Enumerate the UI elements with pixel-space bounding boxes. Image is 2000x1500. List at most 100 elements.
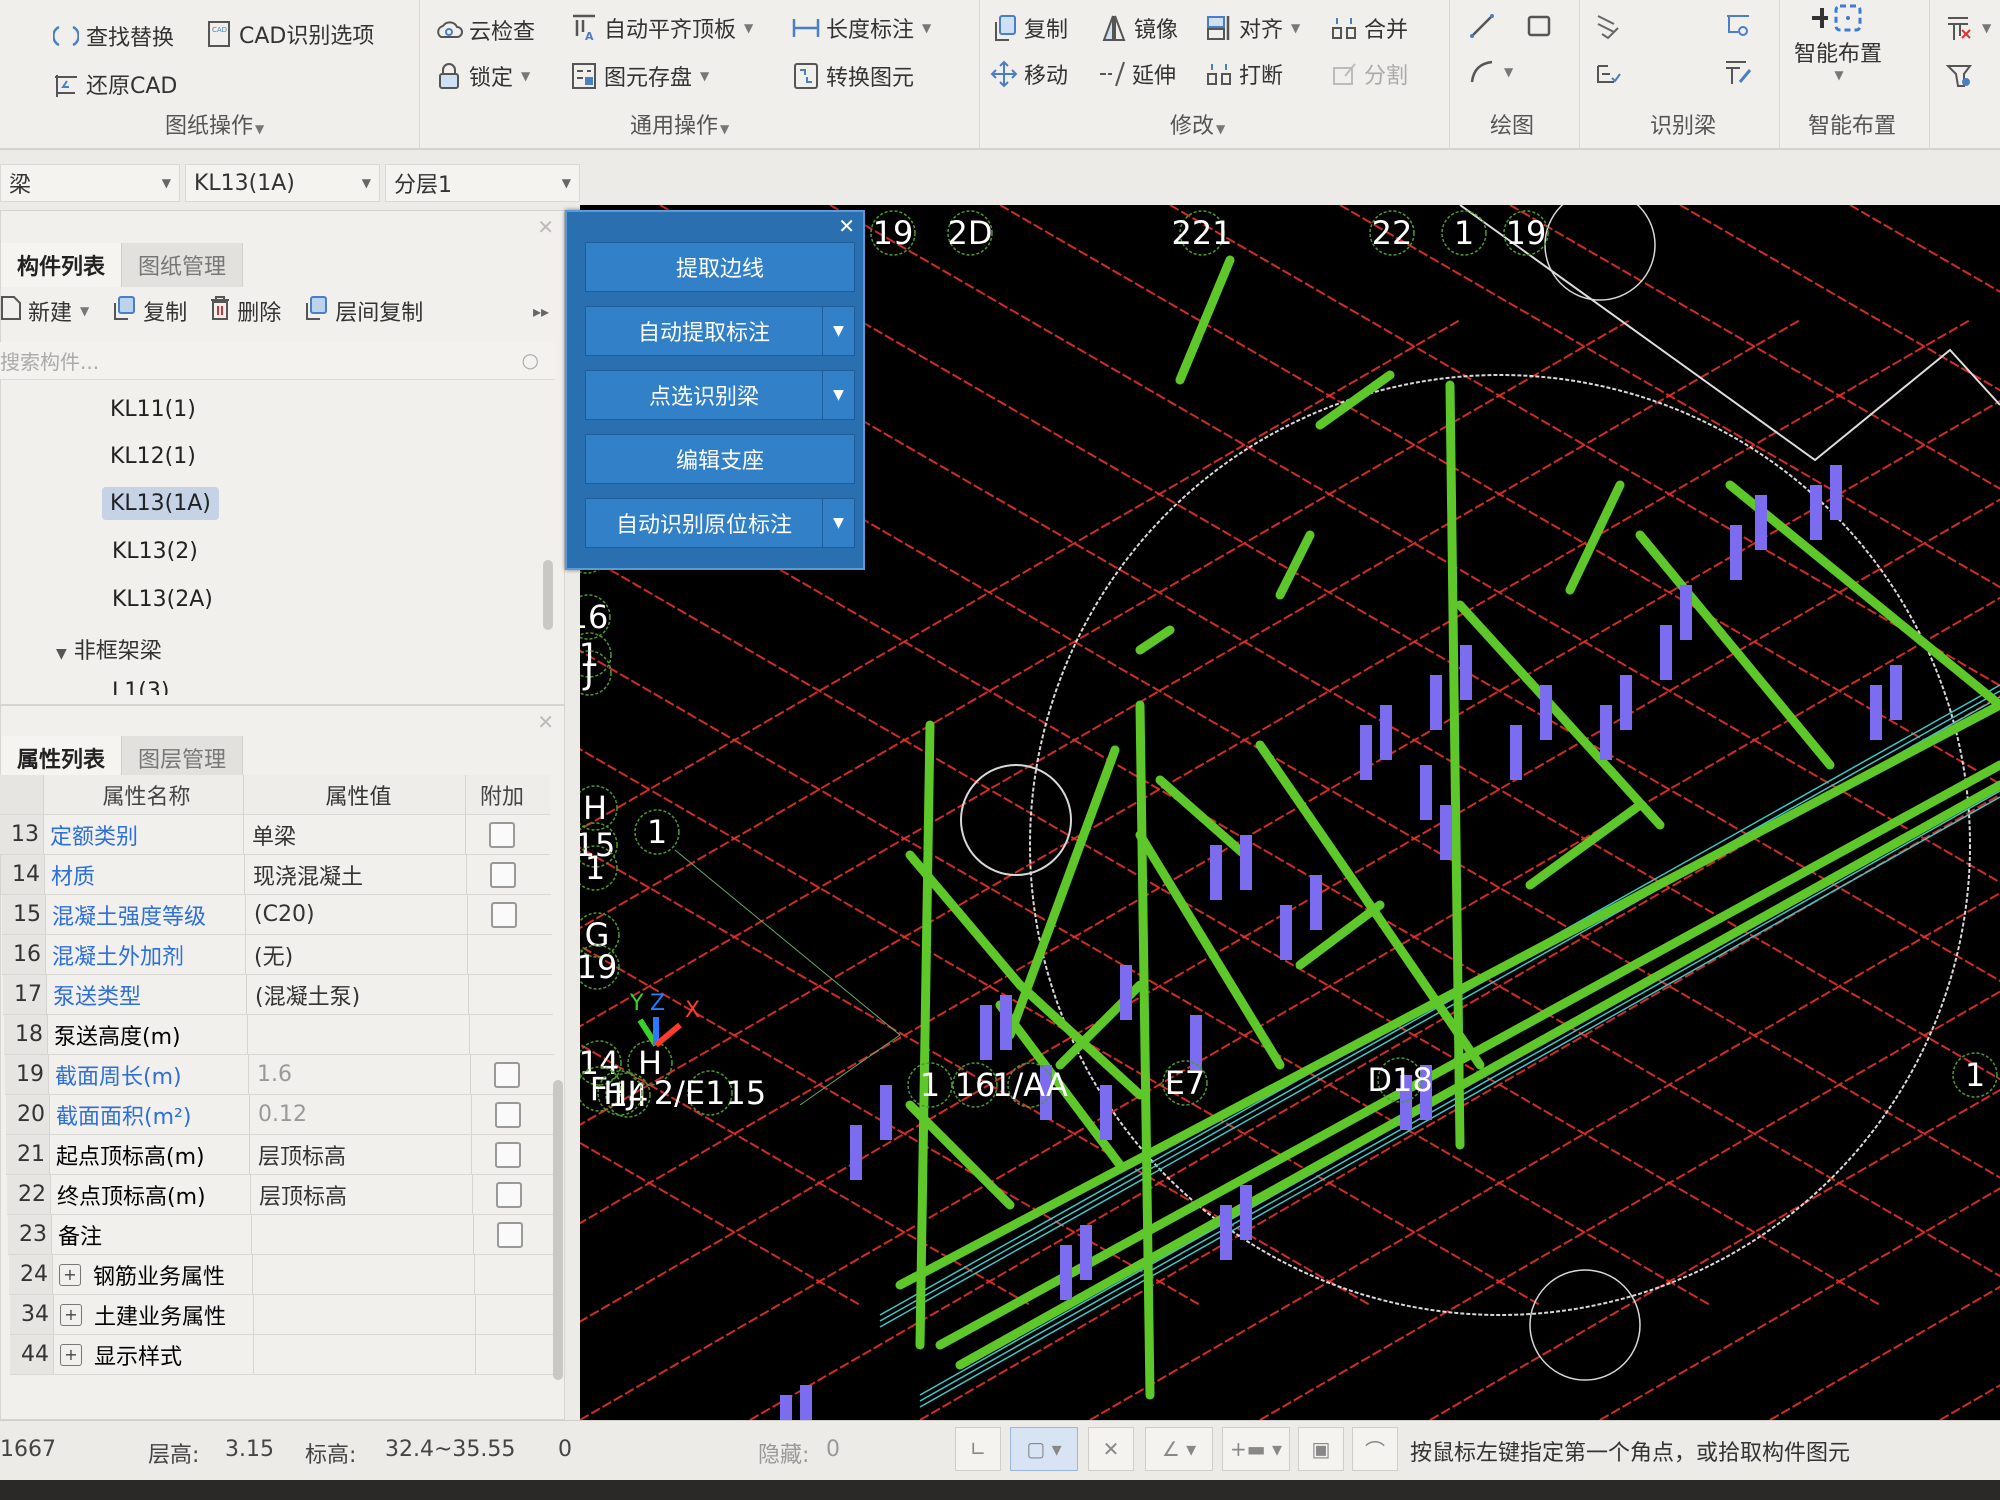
property-row[interactable]: 14 材质 现浇混凝土 [1,855,551,895]
dialog-button[interactable]: 点选识别梁 ▼ [585,370,855,420]
dropdown-arrow-icon[interactable]: ▼ [822,499,854,547]
property-name[interactable]: 泵送类型 [47,975,247,1014]
copy-component-button[interactable]: 复制 [111,295,187,327]
extra-checkbox[interactable] [494,1061,520,1088]
new-component-button[interactable]: 新建 ▼ [0,295,89,327]
tree-item[interactable]: KL13(2) [104,535,206,568]
close-icon[interactable]: ✕ [537,215,554,239]
extra-checkbox[interactable] [491,901,517,928]
extend-button[interactable]: 延伸 [1098,58,1176,90]
find-replace-button[interactable]: 查找替换 [52,20,174,52]
property-row[interactable]: 23 备注 [8,1215,558,1255]
property-row[interactable]: 19 截面周长(m) 1.6 [5,1055,555,1095]
extra-checkbox[interactable] [497,1221,523,1248]
dropdown-arrow-icon[interactable]: ▼ [822,307,854,355]
tree-item[interactable]: L1(3) [104,675,177,695]
filter-find-button[interactable] [1946,62,1974,90]
rect-select-toggle[interactable]: ▢ ▾ [1010,1427,1078,1471]
property-row[interactable]: 44 + 显示样式 [10,1335,560,1375]
property-name[interactable]: 截面周长(m) [49,1055,249,1094]
dropdown-arrow-icon[interactable]: ▼ [822,371,854,419]
tab-layer-management[interactable]: 图层管理 [122,736,244,780]
component-tree-scrollbar[interactable] [543,560,553,630]
draw-arc-button[interactable]: ▼ [1468,58,1513,86]
copy-button[interactable]: 复制 [990,12,1068,44]
delete-dimension-button[interactable]: ▼ [1946,14,1991,42]
property-value[interactable]: 层顶标高 [251,1175,473,1214]
tab-property-list[interactable]: 属性列表 [1,736,123,780]
more-icon[interactable]: ▸▸ [533,302,549,321]
component-search-input[interactable]: 搜索构件... ○ [0,342,555,380]
property-row[interactable]: 34 + 土建业务属性 [10,1295,560,1335]
save-element-button[interactable]: 图元存盘 ▼ [570,60,709,92]
dialog-button[interactable]: 提取边线 [585,242,855,292]
recognize-beam-tool-3[interactable] [1594,58,1622,86]
orthogonal-toggle[interactable]: ∟ [955,1427,1001,1471]
property-value[interactable] [254,1335,476,1374]
property-row[interactable]: 15 混凝土强度等级 (C20) [2,895,552,935]
draw-rect-button[interactable] [1525,12,1553,40]
property-value[interactable]: 单梁 [244,815,466,854]
expand-plus-icon[interactable]: + [60,1303,82,1326]
mirror-button[interactable]: 镜像 [1100,12,1178,44]
extra-checkbox[interactable] [495,1141,521,1168]
expand-plus-icon[interactable]: + [59,1263,81,1286]
cad-options-button[interactable]: CAD CAD识别选项 [205,18,374,50]
search-icon[interactable]: ○ [522,348,539,372]
property-row[interactable]: 13 定额类别 单梁 [0,815,550,855]
merge-button[interactable]: 合并 [1330,12,1408,44]
property-row[interactable]: 24 + 钢筋业务属性 [9,1255,559,1295]
close-icon[interactable]: ✕ [537,710,554,734]
property-value[interactable]: 0.12 [250,1095,472,1134]
property-value[interactable]: (无) [246,935,468,974]
smart-layout-button[interactable]: 智能布置 ▼ [1794,0,1882,82]
layer-select[interactable]: 分层1 ▼ [385,164,580,202]
extra-checkbox[interactable] [495,1101,521,1128]
dialog-button[interactable]: 自动识别原位标注 ▼ [585,498,855,548]
expand-plus-icon[interactable]: + [60,1343,82,1366]
recognize-beam-tool-1[interactable] [1594,12,1622,40]
tab-drawing-management[interactable]: 图纸管理 [122,243,244,287]
property-value[interactable]: 现浇混凝土 [245,855,467,894]
property-row[interactable]: 16 混凝土外加剂 (无) [2,935,552,975]
property-row[interactable]: 22 终点顶标高(m) 层顶标高 [7,1175,557,1215]
align-button[interactable]: 对齐 ▼ [1205,12,1300,44]
cloud-check-button[interactable]: 云检查 [435,14,535,46]
length-dimension-button[interactable]: 长度标注 ▼ [792,12,931,44]
group-label-common-ops[interactable]: 通用操作 ▼ [630,108,729,140]
align-top-slab-button[interactable]: A 自动平齐顶板 ▼ [570,12,753,44]
split-button[interactable]: 分割 [1330,58,1408,90]
lock-button[interactable]: 锁定 ▼ [435,60,530,92]
tab-component-list[interactable]: 构件列表 [1,243,123,287]
dialog-button[interactable]: 自动提取标注 ▼ [585,306,855,356]
snap-mode-toggle[interactable]: +▬ ▾ [1222,1427,1290,1471]
property-value[interactable]: (混凝土泵) [247,975,469,1014]
property-value[interactable] [253,1255,475,1294]
property-value[interactable]: (C20) [246,895,468,934]
convert-element-button[interactable]: 转换图元 [792,60,914,92]
property-value[interactable]: 层顶标高 [250,1135,472,1174]
recognize-beam-tool-2[interactable] [1724,12,1752,40]
tree-item[interactable]: KL13(2A) [104,583,221,616]
group-label-modify[interactable]: 修改 ▼ [1170,108,1225,140]
category-select[interactable]: 梁 ▼ [0,164,180,202]
dialog-button[interactable]: 编辑支座 [585,434,855,484]
group-label-drawing-ops[interactable]: 图纸操作 ▼ [165,108,264,140]
recognize-beam-tool-4[interactable] [1724,58,1752,86]
break-button[interactable]: 打断 [1205,58,1283,90]
extra-checkbox[interactable] [496,1181,522,1208]
property-row[interactable]: 18 泵送高度(m) [4,1015,554,1055]
property-row[interactable]: 20 截面面积(m²) 0.12 [6,1095,556,1135]
component-select[interactable]: KL13(1A) ▼ [185,164,380,202]
property-value[interactable] [252,1215,474,1254]
tree-item-selected[interactable]: KL13(1A) [102,487,219,520]
property-name[interactable]: 截面面积(m²) [50,1095,250,1134]
cross-select-toggle[interactable]: ✕ [1088,1427,1134,1471]
angle-snap-toggle[interactable]: ∠ ▾ [1145,1427,1213,1471]
property-table-scrollbar[interactable] [553,1080,563,1380]
close-icon[interactable]: ✕ [838,214,855,238]
property-value[interactable] [254,1295,476,1334]
extra-checkbox[interactable] [489,821,515,848]
property-value[interactable]: 1.6 [249,1055,471,1094]
extra-checkbox[interactable] [490,861,516,888]
